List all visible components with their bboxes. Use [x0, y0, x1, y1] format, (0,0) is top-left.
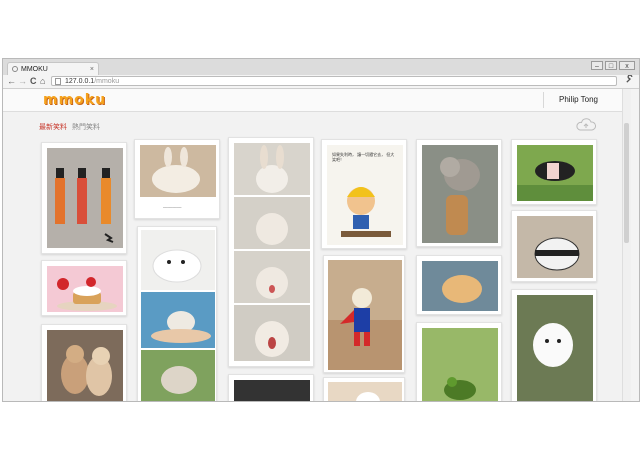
image-card[interactable]: [416, 255, 502, 315]
header-divider: [543, 92, 544, 108]
page-viewport: mmoku Philip Tong 最新笑料 熱門笑料 ▁▁▁▁▁▁▁▁ 如果失…: [3, 89, 631, 401]
image-card[interactable]: [511, 289, 597, 401]
maximize-button[interactable]: □: [605, 61, 617, 70]
pig-photo: [517, 145, 593, 201]
image-card[interactable]: [511, 139, 597, 205]
url-host: 127.0.0.1: [65, 78, 95, 85]
puppy-sleep-photo: [422, 261, 498, 311]
rabbit-frame-2: [234, 197, 310, 249]
tab-latest[interactable]: 最新笑料: [39, 124, 67, 131]
fluffy-photo: [517, 295, 593, 401]
home-button[interactable]: ⌂: [40, 75, 45, 88]
reload-button[interactable]: C: [30, 75, 37, 88]
image-card[interactable]: [323, 377, 405, 401]
site-header: mmoku Philip Tong: [3, 89, 631, 112]
rabbit-frame-1: [234, 143, 310, 195]
browser-toolbar: ← → C ⌂ 127.0.0.1/mmoku: [3, 74, 639, 89]
image-card[interactable]: [228, 137, 314, 367]
page-icon: [55, 78, 61, 85]
frog-photo: [422, 328, 498, 401]
rabbit-photo: [140, 145, 216, 197]
cat-bottle-photo: [422, 145, 498, 243]
url-path: /mmoku: [94, 78, 120, 85]
image-card[interactable]: [323, 255, 405, 373]
image-card[interactable]: [416, 322, 502, 401]
card-caption: 如果失利時， 讓一切隨它去， 但大笑吧！: [332, 152, 395, 162]
address-bar[interactable]: 127.0.0.1/mmoku: [51, 76, 617, 86]
cats-photo: [47, 330, 123, 401]
user-name-link[interactable]: Philip Tong: [559, 95, 598, 104]
image-card[interactable]: [511, 210, 597, 282]
site-logo[interactable]: mmoku: [43, 92, 106, 108]
image-card[interactable]: [41, 260, 127, 316]
image-card[interactable]: ▁▁▁▁▁▁▁▁: [134, 139, 220, 219]
tab-strip: MMOKU × – □ x: [3, 59, 639, 75]
window-controls: – □ x: [591, 61, 635, 70]
favicon-icon: [12, 66, 18, 73]
tab-title: MMOKU: [21, 66, 48, 73]
upload-cloud-icon[interactable]: [575, 117, 597, 133]
card-caption: ▁▁▁▁▁▁▁▁: [163, 204, 182, 208]
car-photo: [517, 216, 593, 278]
seal-photo-3: [141, 350, 215, 401]
content-tabs: 最新笑料 熱門笑料: [39, 122, 100, 132]
puppy-photo-2: [328, 382, 402, 401]
image-card[interactable]: [416, 139, 502, 247]
close-window-button[interactable]: x: [619, 61, 635, 70]
back-button[interactable]: ←: [7, 75, 16, 88]
cake-photo: [47, 266, 123, 312]
seal-photo-1: [141, 230, 215, 290]
dark-photo: [234, 380, 310, 401]
geisha-photo: [47, 148, 123, 248]
image-card[interactable]: [41, 324, 127, 401]
seal-photo-2: [141, 292, 215, 348]
tab-popular[interactable]: 熱門笑料: [72, 124, 100, 131]
rabbit-frame-4: [234, 305, 310, 361]
image-card[interactable]: [228, 374, 314, 401]
browser-tab[interactable]: MMOKU ×: [7, 62, 99, 75]
wrench-menu-icon[interactable]: [625, 74, 634, 88]
browser-window: MMOKU × – □ x ← → C ⌂ 127.0.0.1/mmoku mm…: [2, 58, 640, 402]
dog-photo: [328, 260, 402, 370]
rabbit-frame-3: [234, 251, 310, 303]
image-card[interactable]: [41, 142, 127, 254]
scrollbar-thumb[interactable]: [624, 123, 629, 243]
image-card[interactable]: 如果失利時， 讓一切隨它去， 但大笑吧！: [321, 139, 407, 249]
image-card[interactable]: [137, 226, 217, 401]
minimize-button[interactable]: –: [591, 61, 603, 70]
forward-button[interactable]: →: [18, 75, 27, 88]
page-scrollbar[interactable]: [622, 89, 631, 401]
